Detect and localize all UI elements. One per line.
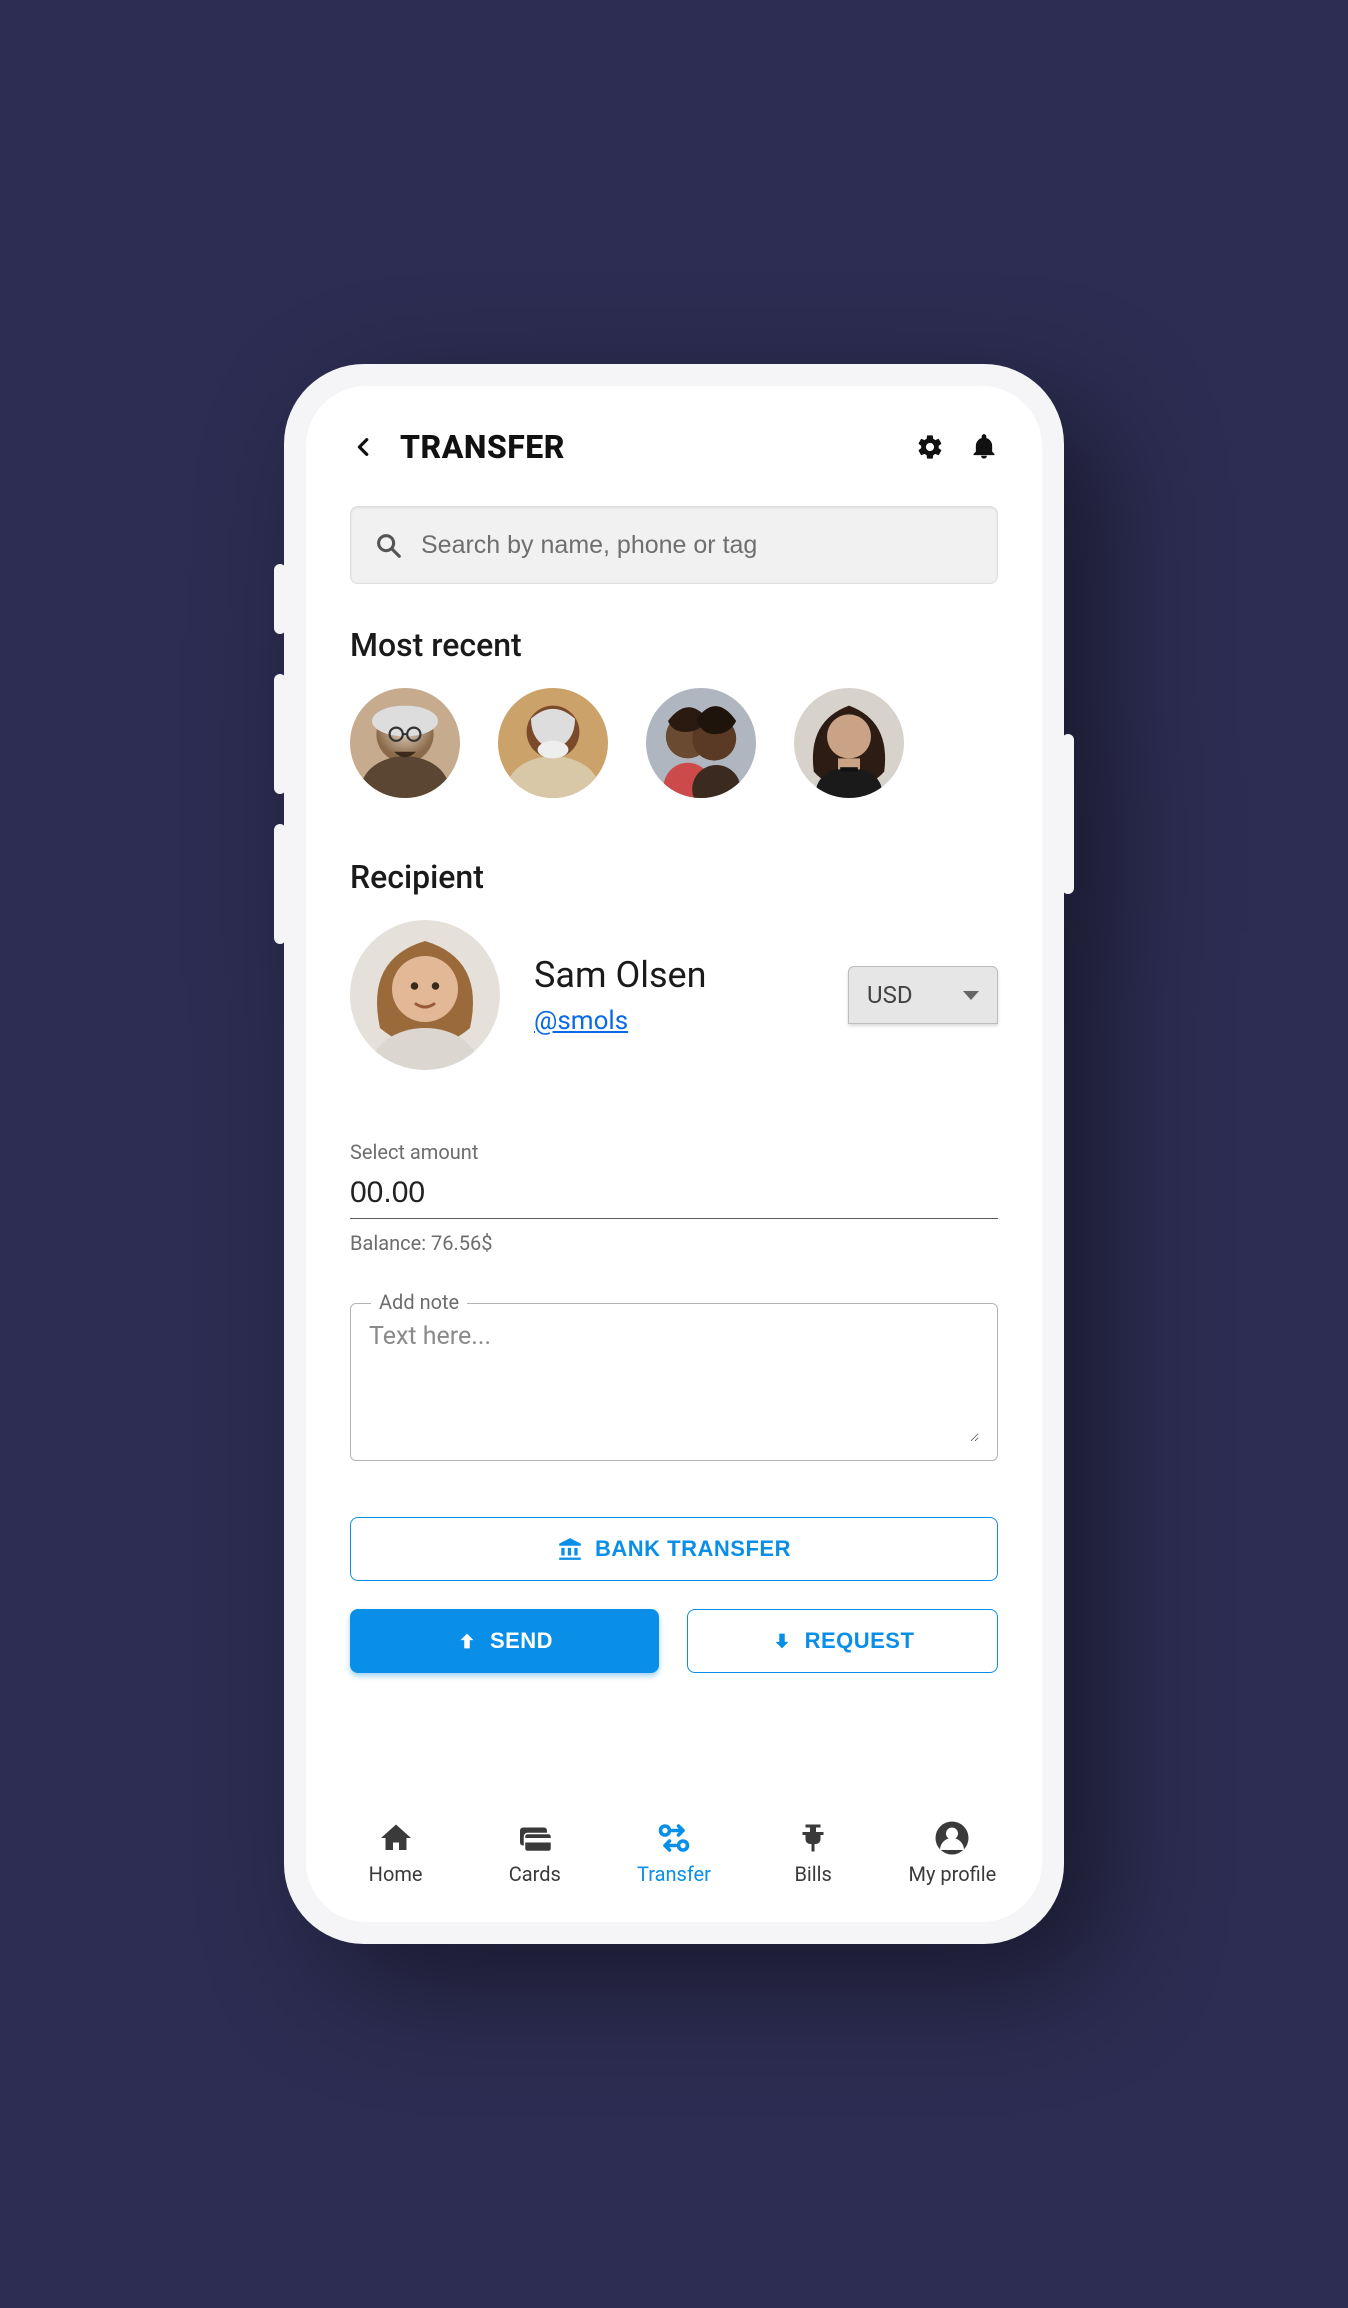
page-title: TRANSFER [400, 428, 565, 466]
bank-transfer-label: Bank Transfer [595, 1536, 791, 1562]
recipient-avatar[interactable] [350, 920, 500, 1070]
nav-home[interactable]: Home [346, 1820, 446, 1886]
currency-select[interactable]: USD [848, 966, 998, 1024]
transfer-icon [654, 1820, 694, 1856]
nav-profile[interactable]: My profile [902, 1820, 1002, 1886]
app-header: TRANSFER [306, 416, 1042, 486]
chevron-down-icon [963, 991, 979, 1000]
nav-cards[interactable]: Cards [485, 1820, 585, 1886]
nav-profile-label: My profile [909, 1862, 997, 1886]
bank-transfer-button[interactable]: Bank Transfer [350, 1517, 998, 1581]
profile-icon [932, 1820, 972, 1856]
home-icon [376, 1820, 416, 1856]
balance-text: Balance: 76.56$ [350, 1231, 998, 1255]
bills-icon [793, 1820, 833, 1856]
nav-transfer[interactable]: Transfer [624, 1820, 724, 1886]
request-button[interactable]: Request [687, 1609, 998, 1673]
recipient-heading: Recipient [350, 858, 998, 896]
recipient-name: Sam Olsen [534, 954, 814, 996]
request-label: Request [805, 1628, 915, 1654]
nav-bills[interactable]: Bills [763, 1820, 863, 1886]
cards-icon [515, 1820, 555, 1856]
recent-contact-avatar[interactable] [794, 688, 904, 798]
send-label: Send [490, 1628, 553, 1654]
send-button[interactable]: Send [350, 1609, 659, 1673]
recent-contact-avatar[interactable] [350, 688, 460, 798]
bottom-nav: Home Cards Transfer [306, 1802, 1042, 1922]
nav-cards-label: Cards [509, 1862, 561, 1886]
recipient-row: Sam Olsen @smols USD [350, 920, 998, 1070]
amount-input[interactable] [350, 1172, 998, 1219]
arrow-up-icon [456, 1630, 478, 1652]
currency-selected-value: USD [867, 981, 913, 1009]
most-recent-heading: Most recent [350, 626, 998, 664]
amount-label: Select amount [350, 1140, 998, 1164]
gear-icon [916, 433, 944, 461]
recipient-handle-link[interactable]: @smols [534, 1006, 628, 1036]
bank-icon [557, 1536, 583, 1562]
recent-contact-avatar[interactable] [498, 688, 608, 798]
bell-icon [970, 433, 998, 461]
nav-home-label: Home [369, 1862, 423, 1886]
nav-bills-label: Bills [794, 1862, 831, 1886]
nav-transfer-label: Transfer [637, 1862, 711, 1886]
settings-button[interactable] [912, 429, 948, 465]
note-label: Add note [371, 1290, 467, 1314]
search-input[interactable] [421, 531, 975, 560]
recent-contacts-row [350, 688, 998, 798]
search-icon [373, 530, 403, 560]
recent-contact-avatar[interactable] [646, 688, 756, 798]
note-textarea[interactable] [369, 1322, 979, 1442]
chevron-left-icon [353, 436, 375, 458]
search-field[interactable] [350, 506, 998, 584]
arrow-down-icon [771, 1630, 793, 1652]
notifications-button[interactable] [966, 429, 1002, 465]
back-button[interactable] [346, 429, 382, 465]
content-area: Most recent Recipient [306, 486, 1042, 1802]
note-field: Add note [350, 1303, 998, 1461]
